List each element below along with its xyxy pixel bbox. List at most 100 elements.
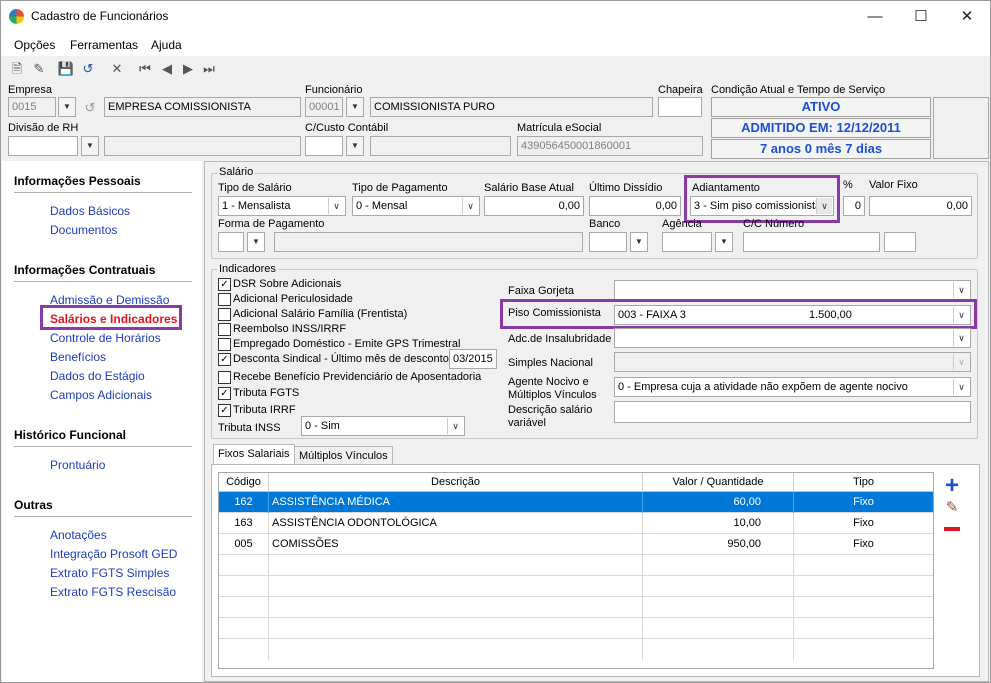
refresh-icon[interactable]: ↺: [81, 99, 99, 117]
divisao-rh-field[interactable]: [8, 136, 78, 156]
cc-digito-field[interactable]: [884, 232, 916, 252]
delete-x-icon[interactable]: ✕: [108, 60, 126, 78]
faixa-gorjeta-select[interactable]: ∨: [614, 280, 971, 300]
empresa-code-field[interactable]: 0015: [8, 97, 56, 117]
sidebar-item-dados-estagio[interactable]: Dados do Estágio: [50, 369, 145, 383]
agente-nocivo-select[interactable]: 0 - Empresa cuja a atividade não expõem …: [614, 377, 971, 397]
previous-record-icon[interactable]: ◀: [158, 60, 176, 78]
app-icon: [9, 9, 24, 24]
forma-pagamento-name-field: [274, 232, 583, 252]
table-row[interactable]: 005 COMISSÕES 950,00 Fixo: [219, 534, 933, 555]
tipo-salario-label: Tipo de Salário: [218, 182, 292, 194]
tab-fixos-salariais[interactable]: Fixos Salariais: [213, 444, 295, 465]
funcionario-code-field[interactable]: 00001: [305, 97, 343, 117]
checkbox-tributa-irrf[interactable]: ✓: [218, 404, 231, 417]
ccusto-field[interactable]: [305, 136, 343, 156]
checkbox-salario-familia[interactable]: [218, 308, 231, 321]
agencia-field[interactable]: [662, 232, 712, 252]
next-record-icon[interactable]: ▶: [179, 60, 197, 78]
chapeira-field[interactable]: [658, 97, 702, 117]
valor-fixo-field[interactable]: 0,00: [869, 196, 972, 216]
photo-box[interactable]: [933, 97, 989, 159]
checkbox-reembolso[interactable]: [218, 323, 231, 336]
empresa-label: Empresa: [8, 84, 53, 96]
checkbox-aposentadoria[interactable]: [218, 371, 231, 384]
table-row-empty[interactable]: [219, 576, 933, 597]
last-record-icon[interactable]: ⏭: [200, 60, 218, 78]
menu-opcoes[interactable]: Opções: [14, 38, 55, 52]
table-row[interactable]: 162 ASSISTÊNCIA MÉDICA 60,00 Fixo: [219, 492, 933, 513]
sidebar-item-documentos[interactable]: Documentos: [50, 223, 117, 237]
tab-multiplos-vinculos[interactable]: Múltiplos Vínculos: [294, 446, 393, 466]
minimize-icon[interactable]: —: [852, 1, 898, 32]
sidebar-item-campos-adicionais[interactable]: Campos Adicionais: [50, 388, 152, 402]
percent-field[interactable]: 0: [843, 196, 865, 216]
funcionario-dropdown-button[interactable]: ▼: [346, 97, 364, 117]
simples-nacional-select[interactable]: ∨: [614, 352, 971, 372]
table-row-empty[interactable]: [219, 639, 933, 660]
column-header-codigo[interactable]: Código: [219, 473, 269, 492]
sidebar-item-dados-basicos[interactable]: Dados Básicos: [50, 204, 130, 218]
divisao-rh-dropdown-button[interactable]: ▼: [81, 136, 99, 156]
sidebar-item-salarios-indicadores[interactable]: Salários e Indicadores: [50, 312, 177, 326]
checkbox-sindical[interactable]: ✓: [218, 353, 231, 366]
checkbox-tributa-fgts[interactable]: ✓: [218, 387, 231, 400]
forma-pagamento-dropdown-button[interactable]: ▼: [247, 232, 265, 252]
empresa-dropdown-button[interactable]: ▼: [58, 97, 76, 117]
sidebar-item-prontuario[interactable]: Prontuário: [50, 458, 105, 472]
descricao-salario-field[interactable]: [614, 401, 971, 423]
agente-nocivo-label-2: Múltiplos Vínculos: [508, 389, 597, 401]
tributa-inss-select[interactable]: 0 - Sim ∨: [301, 416, 465, 436]
checkbox-salario-familia-label: Adicional Salário Família (Frentista): [233, 308, 408, 320]
insalubridade-select[interactable]: ∨: [614, 328, 971, 348]
close-icon[interactable]: ✕: [944, 1, 990, 32]
salario-base-field[interactable]: 0,00: [484, 196, 584, 216]
ccusto-dropdown-button[interactable]: ▼: [346, 136, 364, 156]
sidebar-item-beneficios[interactable]: Benefícios: [50, 350, 106, 364]
remove-minus-icon[interactable]: [944, 527, 960, 531]
cell-tipo: Fixo: [853, 517, 874, 529]
column-header-valor[interactable]: Valor / Quantidade: [643, 473, 794, 492]
maximize-icon[interactable]: ☐: [898, 1, 944, 32]
sidebar-item-anotacoes[interactable]: Anotações: [50, 528, 107, 542]
adiantamento-select[interactable]: 3 - Sim piso comissionista ∨: [690, 196, 834, 216]
undo-icon[interactable]: ↺: [79, 60, 97, 78]
menu-ferramentas[interactable]: Ferramentas: [70, 38, 138, 52]
menu-ajuda[interactable]: Ajuda: [151, 38, 182, 52]
table-row-empty[interactable]: [219, 555, 933, 576]
edit-pencil-icon[interactable]: ✎: [942, 498, 962, 518]
table-row[interactable]: 163 ASSISTÊNCIA ODONTOLÓGICA 10,00 Fixo: [219, 513, 933, 534]
divider: [14, 446, 192, 447]
edit-pencil-icon[interactable]: ✎: [30, 60, 48, 78]
banco-field[interactable]: [589, 232, 627, 252]
checkbox-periculosidade[interactable]: [218, 293, 231, 306]
table-row-empty[interactable]: [219, 618, 933, 639]
first-record-icon[interactable]: ⏮: [136, 60, 154, 78]
checkbox-domestico[interactable]: [218, 338, 231, 351]
checkbox-dsr[interactable]: ✓: [218, 278, 231, 291]
divisao-rh-name-field: [104, 136, 301, 156]
piso-comissionista-select[interactable]: 003 - FAIXA 3 1.500,00 ∨: [614, 305, 971, 325]
column-header-tipo[interactable]: Tipo: [794, 473, 933, 492]
sidebar-item-integracao-ged[interactable]: Integração Prosoft GED: [50, 547, 177, 561]
agencia-dropdown-button[interactable]: ▼: [715, 232, 733, 252]
sindical-mes-field[interactable]: 03/2015: [449, 349, 497, 369]
ultimo-dissidio-field[interactable]: 0,00: [589, 196, 681, 216]
cell-descricao: COMISSÕES: [269, 534, 643, 555]
funcionario-name-field: COMISSIONISTA PURO: [370, 97, 653, 117]
banco-dropdown-button[interactable]: ▼: [630, 232, 648, 252]
new-document-icon[interactable]: 🗎: [8, 60, 26, 78]
percent-label: %: [843, 179, 853, 191]
table-row-empty[interactable]: [219, 597, 933, 618]
tipo-pagamento-select[interactable]: 0 - Mensal ∨: [352, 196, 480, 216]
tipo-salario-select[interactable]: 1 - Mensalista ∨: [218, 196, 346, 216]
sidebar-item-extrato-fgts-simples[interactable]: Extrato FGTS Simples: [50, 566, 169, 580]
column-header-descricao[interactable]: Descrição: [269, 473, 643, 492]
save-icon[interactable]: 💾: [57, 60, 75, 78]
cc-numero-field[interactable]: [743, 232, 880, 252]
sidebar-item-extrato-fgts-rescisao[interactable]: Extrato FGTS Rescisão: [50, 585, 176, 599]
add-plus-icon[interactable]: +: [942, 474, 962, 498]
status-tempo-servico: 7 anos 0 mês 7 dias: [711, 139, 931, 159]
forma-pagamento-field[interactable]: [218, 232, 244, 252]
sidebar-item-controle-horarios[interactable]: Controle de Horários: [50, 331, 161, 345]
